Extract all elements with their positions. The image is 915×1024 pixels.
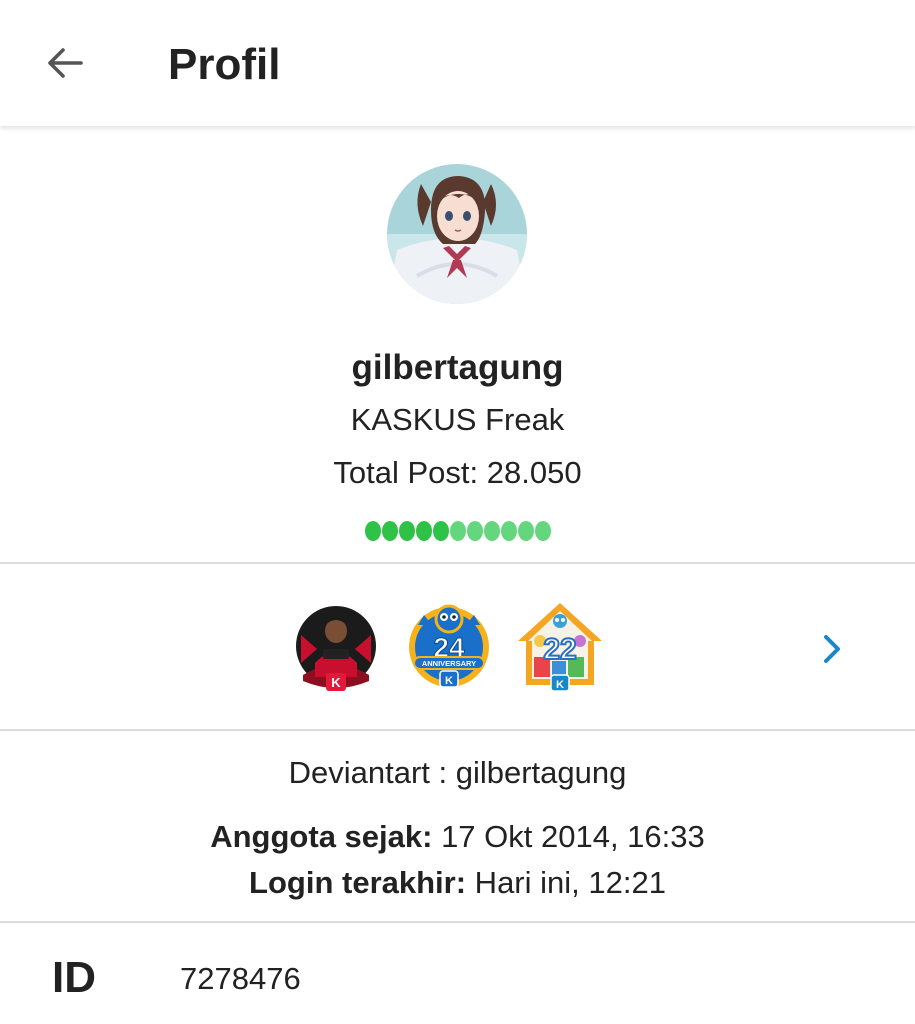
- id-row: ID 7278476: [0, 925, 915, 1024]
- profile-info: Deviantart : gilbertagung Anggota sejak:…: [0, 731, 915, 921]
- reputation-dot: [483, 521, 500, 541]
- chevron-right-icon: [824, 635, 840, 663]
- arrow-left-icon: [48, 48, 83, 78]
- reputation-dot: [415, 521, 432, 541]
- divider: [0, 562, 915, 564]
- kaskus-22-house-badge[interactable]: 22 K: [516, 601, 604, 693]
- divider: [0, 921, 915, 923]
- profile-section: gilbertagung KASKUS Freak Total Post: 28…: [0, 126, 915, 562]
- badge-anniversary-text: ANNIVERSARY: [422, 659, 476, 668]
- kaskus-person-badge[interactable]: K: [293, 605, 381, 693]
- badges-row: K 24 ANNIVERSARY K 22 K: [0, 565, 915, 729]
- id-label: ID: [52, 953, 96, 1002]
- reputation-dots: [0, 521, 915, 541]
- reputation-dot: [466, 521, 483, 541]
- avatar[interactable]: [387, 164, 527, 304]
- member-since-value: 17 Okt 2014, 16:33: [432, 819, 705, 854]
- page-title: Profil: [168, 40, 281, 89]
- reputation-dot: [364, 521, 381, 541]
- id-value: 7278476: [180, 961, 301, 996]
- badge-k-label: K: [556, 679, 564, 691]
- user-rank: KASKUS Freak: [350, 402, 565, 437]
- badges-next-button[interactable]: [812, 627, 852, 671]
- username: gilbertagung: [351, 348, 564, 387]
- member-since: Anggota sejak: 17 Okt 2014, 16:33: [0, 819, 915, 855]
- last-login-label: Login terakhir:: [249, 865, 467, 900]
- member-since-label: Anggota sejak:: [210, 819, 433, 854]
- badge-k-label: K: [445, 675, 453, 687]
- app-bar: Profil: [0, 0, 915, 126]
- reputation-dot: [517, 521, 534, 541]
- kaskus-24-anniversary-badge[interactable]: 24 ANNIVERSARY K: [404, 599, 494, 693]
- deviantart-link[interactable]: Deviantart : gilbertagung: [0, 755, 915, 791]
- reputation-dot: [534, 521, 551, 541]
- reputation-dot: [500, 521, 517, 541]
- reputation-dot: [381, 521, 398, 541]
- reputation-dot: [432, 521, 449, 541]
- badge-k-label: K: [331, 675, 341, 690]
- badge-22-number: 22: [543, 633, 576, 666]
- last-login: Login terakhir: Hari ini, 12:21: [0, 865, 915, 901]
- total-post: Total Post: 28.050: [333, 455, 582, 490]
- reputation-dot: [398, 521, 415, 541]
- reputation-dot: [449, 521, 466, 541]
- last-login-value: Hari ini, 12:21: [466, 865, 666, 900]
- back-button[interactable]: [38, 38, 92, 88]
